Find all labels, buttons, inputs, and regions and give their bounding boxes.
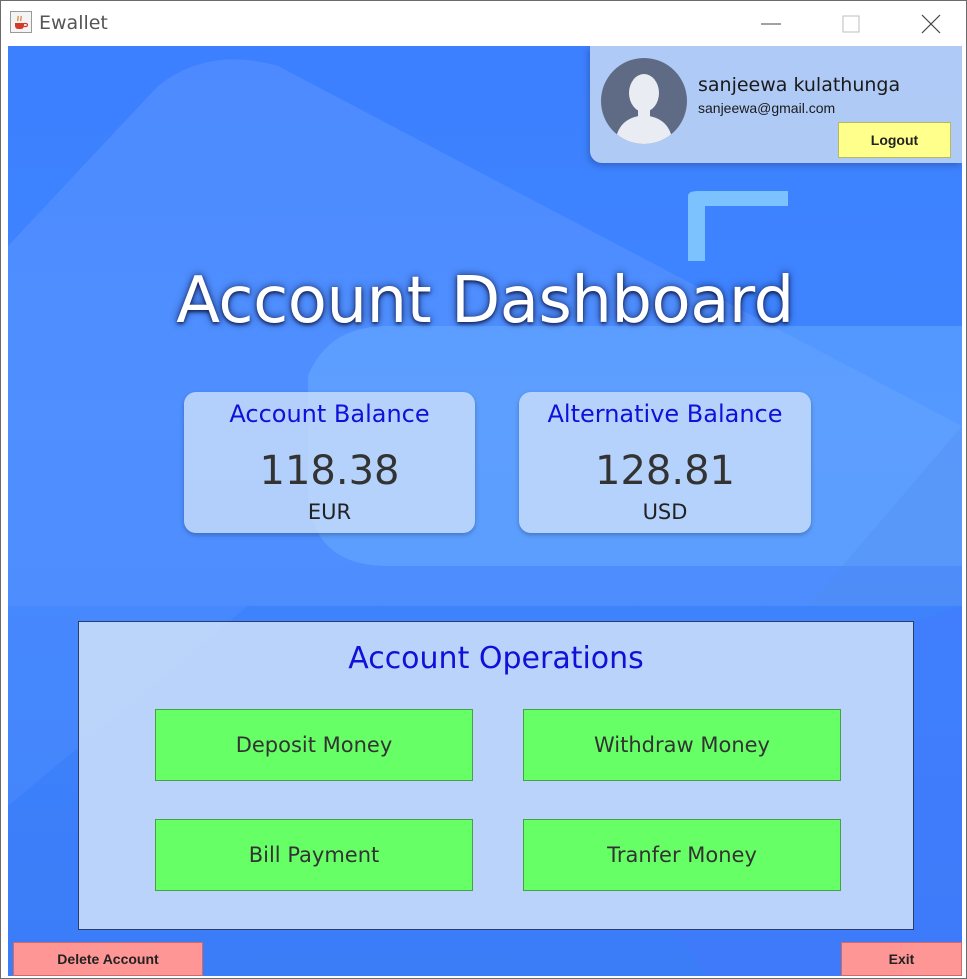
java-cup-icon [10,11,32,33]
alternative-balance-value: 128.81 [595,448,735,494]
deposit-money-button[interactable]: Deposit Money [155,709,473,781]
user-name: sanjeewa kulathunga [698,74,901,96]
account-balance-card: Account Balance 118.38 EUR [184,392,475,533]
maximize-button[interactable] [816,1,886,46]
bill-payment-button[interactable]: Bill Payment [155,819,473,891]
account-balance-currency: EUR [307,500,352,524]
user-silhouette-icon [601,58,687,144]
alternative-balance-currency: USD [642,500,688,524]
exit-button[interactable]: Exit [841,942,962,976]
account-operations-title: Account Operations [348,641,644,676]
user-email: sanjeewa@gmail.com [698,100,836,116]
minimize-button[interactable] [736,1,806,46]
title-bar[interactable]: Ewallet [1,1,966,46]
close-button[interactable] [896,1,966,46]
account-balance-value: 118.38 [259,448,400,494]
delete-account-button[interactable]: Delete Account [13,942,203,976]
account-balance-label: Account Balance [229,400,430,428]
logout-button[interactable]: Logout [838,122,951,158]
app-window: Ewallet sanjeewa kulathunga sanjeewa@gma… [0,0,967,979]
account-operations-panel: Account Operations Deposit Money Withdra… [78,621,914,930]
maximize-icon [842,15,860,33]
alternative-balance-label: Alternative Balance [547,400,783,428]
dashboard-panel: sanjeewa kulathunga sanjeewa@gmail.com L… [8,46,962,976]
withdraw-money-button[interactable]: Withdraw Money [523,709,841,781]
alternative-balance-card: Alternative Balance 128.81 USD [519,392,811,533]
page-title: Account Dashboard [176,264,794,338]
window-title: Ewallet [39,12,108,34]
minimize-icon [761,23,781,25]
transfer-money-button[interactable]: Tranfer Money [523,819,841,891]
close-icon [921,14,941,34]
user-profile-panel: sanjeewa kulathunga sanjeewa@gmail.com L… [590,46,962,163]
